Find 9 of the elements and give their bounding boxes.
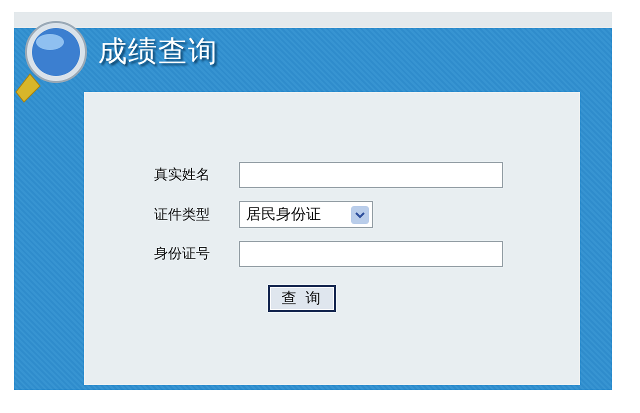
text-field[interactable] [239, 241, 503, 267]
caret-icon [351, 206, 369, 224]
page-title: 成绩查询 [98, 33, 218, 70]
dropdown[interactable]: 居民身份证 [239, 201, 373, 228]
query-button[interactable]: 查 询 [268, 285, 336, 312]
text-field[interactable] [239, 162, 503, 188]
field-label: 真实姓名 [154, 166, 211, 184]
field-label: 证件类型 [154, 206, 211, 224]
field-label: 身份证号 [154, 245, 211, 263]
